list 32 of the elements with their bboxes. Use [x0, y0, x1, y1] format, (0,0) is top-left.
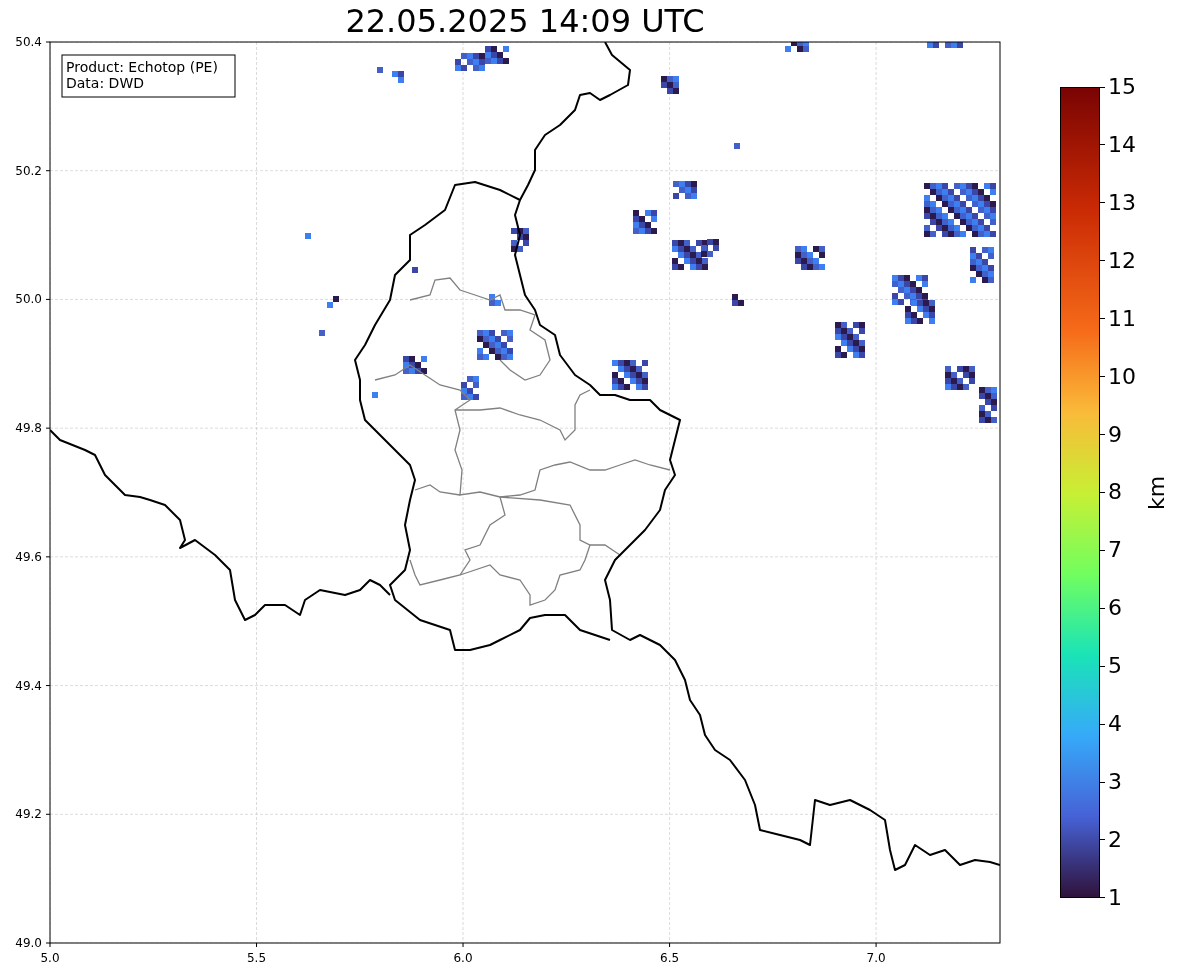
y-axis-tick-label: 50.2: [15, 163, 42, 178]
colorbar-label: km: [1146, 475, 1169, 510]
x-axis-tick-label: 6.5: [660, 951, 680, 965]
x-axis-tick-label: 6.0: [453, 951, 473, 965]
colorbar-tick-label: 3: [1108, 770, 1122, 795]
info-box-text: Data: DWD: [66, 75, 144, 91]
y-axis-tick-label: 50.4: [15, 35, 42, 49]
colorbar-tick-label: 12: [1108, 248, 1136, 273]
colorbar-tick-label: 9: [1108, 422, 1122, 447]
y-axis-tick-label: 49.2: [15, 807, 42, 822]
colorbar-tick-label: 15: [1108, 75, 1136, 99]
colorbar-tick-label: 5: [1108, 654, 1122, 679]
colorbar-tick-label: 6: [1108, 596, 1122, 621]
colorbar-tick-label: 2: [1108, 828, 1122, 852]
x-axis-tick-label: 5.5: [246, 951, 267, 965]
y-axis-tick-label: 49.0: [15, 936, 42, 950]
y-axis-tick-label: 49.8: [15, 421, 42, 436]
y-axis-tick-label: 49.4: [15, 678, 42, 693]
colorbar-tick-label: 14: [1108, 132, 1136, 157]
chart-title: 22.05.2025 14:09 UTC: [345, 5, 705, 37]
colorbar-tick-label: 13: [1108, 190, 1136, 215]
y-axis-tick-label: 50.0: [15, 292, 42, 307]
colorbar-tick-label: 4: [1108, 712, 1122, 737]
info-box-text: Product: Echotop (PE): [66, 59, 218, 75]
colorbar-tick-label: 7: [1108, 538, 1122, 563]
colorbar-tick-label: 10: [1108, 364, 1136, 389]
colorbar-tick-label: 8: [1108, 480, 1122, 505]
colorbar-tick-label: 1: [1108, 885, 1122, 910]
x-axis-tick-label: 7.0: [866, 951, 886, 965]
colorbar-tick-label: 11: [1108, 306, 1136, 331]
y-axis-tick-label: 49.6: [15, 549, 42, 564]
x-axis-tick-label: 5.0: [40, 951, 60, 965]
